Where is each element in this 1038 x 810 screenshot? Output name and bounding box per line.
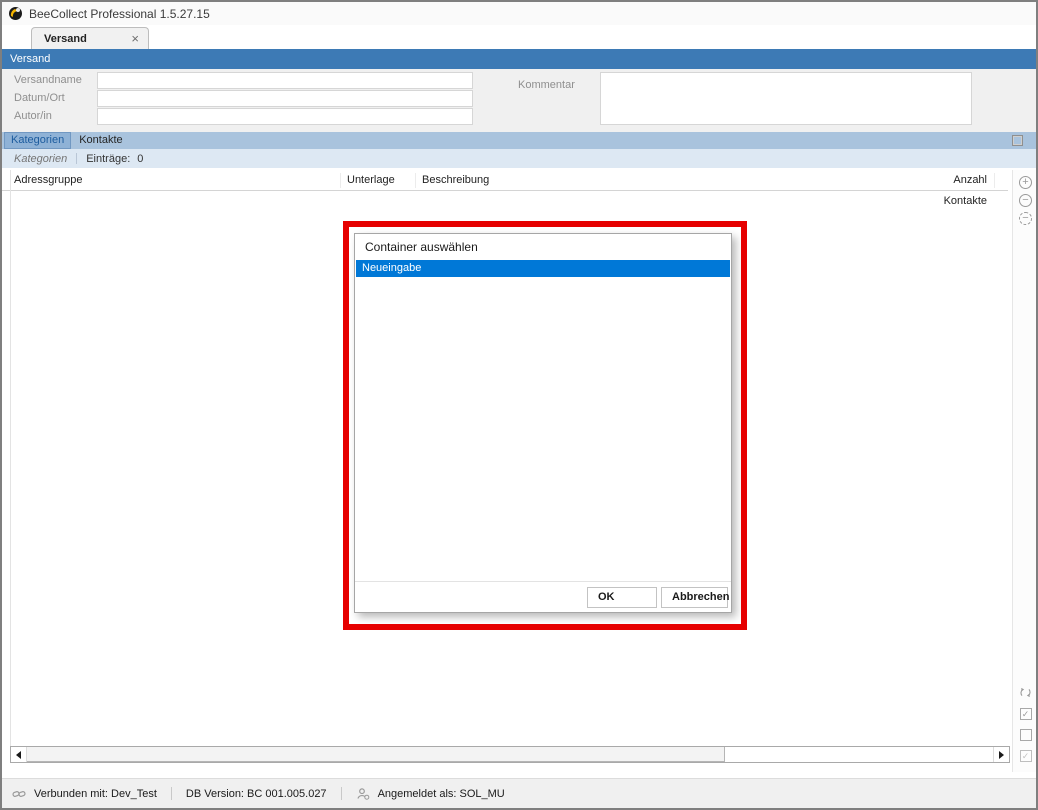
panel-pin-icon[interactable]: [1012, 135, 1023, 146]
container-select-dialog: Container auswählen Neueingabe OK Abbrec…: [354, 233, 732, 613]
autor-in-label: Autor/in: [14, 108, 52, 125]
versandname-label: Versandname: [14, 72, 82, 89]
entries-count: 0: [137, 153, 143, 165]
kommentar-label: Kommentar: [518, 77, 575, 94]
sub-tab-bar: Kategorien Kontakte: [2, 132, 1036, 149]
right-toolbar: + − − ✓ ✓: [1012, 170, 1038, 772]
refresh-icon[interactable]: [1013, 686, 1038, 699]
list-item-neueingabe[interactable]: Neueingabe: [356, 260, 730, 277]
deselect-checkbox[interactable]: [1013, 729, 1038, 741]
scrollbar-thumb[interactable]: [27, 747, 725, 762]
divider: [171, 787, 172, 800]
add-row-icon[interactable]: +: [1019, 176, 1032, 189]
container-list: Neueingabe: [356, 260, 730, 581]
section-header-title: Versand: [10, 53, 50, 65]
tab-kategorien[interactable]: Kategorien: [4, 132, 71, 149]
logged-in-text: Angemeldet als: SOL_MU: [378, 788, 505, 800]
scroll-left-arrow-icon[interactable]: [11, 747, 27, 762]
ok-button[interactable]: OK: [587, 587, 657, 608]
remove-all-icon[interactable]: −: [1019, 212, 1032, 225]
divider: [76, 153, 77, 164]
tab-versand-label: Versand: [32, 33, 122, 45]
datum-ort-label: Datum/Ort: [14, 90, 65, 107]
autor-in-field[interactable]: [97, 108, 473, 125]
dialog-title: Container auswählen: [355, 234, 731, 260]
invert-selection-checkbox[interactable]: ✓: [1013, 750, 1038, 762]
select-all-checkbox[interactable]: ✓: [1013, 708, 1038, 720]
bee-logo-icon: [8, 6, 23, 21]
connected-text: Verbunden mit: Dev_Test: [34, 788, 157, 800]
grid-info-row: Kategorien Einträge: 0: [2, 149, 1036, 168]
document-tab-strip: Versand ×: [2, 25, 1036, 49]
section-header: Versand: [2, 49, 1036, 69]
window-title: BeeCollect Professional 1.5.27.15: [29, 7, 210, 21]
scroll-right-arrow-icon[interactable]: [993, 747, 1009, 762]
kommentar-field[interactable]: [600, 72, 972, 125]
grid-context-label: Kategorien: [14, 153, 67, 165]
app-window: BeeCollect Professional 1.5.27.15 Versan…: [0, 0, 1038, 810]
tab-versand[interactable]: Versand ×: [31, 27, 149, 49]
cancel-button[interactable]: Abbrechen: [661, 587, 728, 608]
datum-ort-field[interactable]: [97, 90, 473, 107]
user-icon: [356, 787, 370, 801]
versand-form: Versandname Datum/Ort Autor/in Kommentar: [2, 69, 1036, 132]
horizontal-scrollbar[interactable]: [10, 746, 1010, 763]
tab-kontakte[interactable]: Kontakte: [71, 132, 130, 149]
versandname-field[interactable]: [97, 72, 473, 89]
entries-label: Einträge:: [86, 153, 130, 165]
db-version-text: DB Version: BC 001.005.027: [186, 788, 327, 800]
tab-close-icon[interactable]: ×: [122, 29, 148, 49]
title-bar: BeeCollect Professional 1.5.27.15: [2, 2, 1036, 25]
connection-icon: [12, 787, 26, 801]
dialog-footer: OK Abbrechen: [355, 581, 731, 612]
divider: [341, 787, 342, 800]
status-bar: Verbunden mit: Dev_Test DB Version: BC 0…: [2, 778, 1036, 808]
remove-row-icon[interactable]: −: [1019, 194, 1032, 207]
